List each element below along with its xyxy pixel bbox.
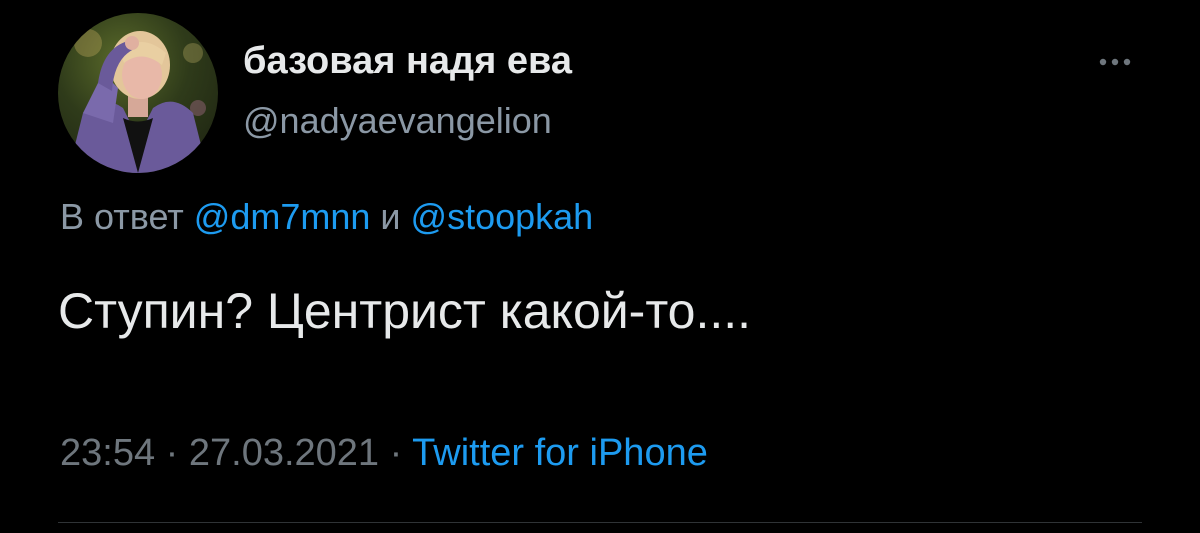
divider [58, 522, 1142, 523]
tweet-time[interactable]: 23:54 [60, 432, 155, 474]
reply-context: В ответ @dm7mnn и @stoopkah [60, 196, 593, 238]
mention-link-1[interactable]: @dm7mnn [194, 196, 371, 237]
tweet-source[interactable]: Twitter for iPhone [412, 432, 708, 474]
mention-link-2[interactable]: @stoopkah [411, 196, 594, 237]
tweet-meta: 23:54 · 27.03.2021 · Twitter for iPhone [60, 432, 708, 475]
display-name[interactable]: базовая надя ева [243, 40, 572, 83]
reply-conjunction: и [380, 196, 401, 237]
more-options-icon[interactable] [1095, 52, 1139, 72]
meta-separator: · [165, 432, 179, 474]
avatar-photo [68, 29, 208, 173]
tweet-date[interactable]: 27.03.2021 [189, 432, 379, 474]
user-handle[interactable]: @nadyaevangelion [243, 100, 552, 142]
avatar[interactable] [58, 13, 218, 173]
meta-separator: · [389, 432, 403, 474]
reply-prefix: В ответ [60, 196, 184, 237]
tweet-text: Ступин? Центрист какой-то.... [58, 283, 752, 339]
